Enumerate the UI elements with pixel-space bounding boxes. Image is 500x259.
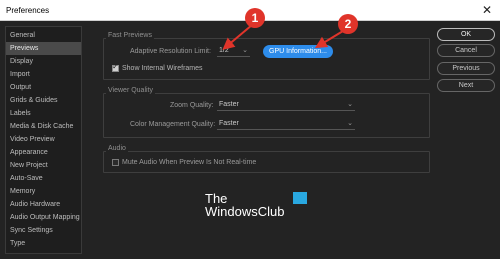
color-management-quality-value: Faster [219,120,239,127]
sidebar-item-output[interactable]: Output [6,81,81,94]
mute-audio-label: Mute Audio When Preview Is Not Real-time [122,159,257,166]
annotation-badge-2: 2 [338,14,358,34]
gpu-information-button[interactable]: GPU Information... [263,45,333,58]
sidebar-item-import[interactable]: Import [6,68,81,81]
sidebar-item-type[interactable]: Type [6,237,81,250]
previous-button[interactable]: Previous [437,62,495,75]
next-button[interactable]: Next [437,79,495,92]
mute-audio-checkbox[interactable] [112,159,119,166]
watermark-line-2: WindowsClub [205,204,285,219]
chevron-down-icon: ⌄ [242,47,248,54]
zoom-quality-label: Zoom Quality: [170,102,214,109]
sidebar-item-labels[interactable]: Labels [6,107,81,120]
sidebar-item-media-disk-cache[interactable]: Media & Disk Cache [6,120,81,133]
window-title: Preferences [6,6,50,15]
fast-previews-title: Fast Previews [106,32,154,39]
chevron-down-icon: ⌄ [347,101,353,108]
adaptive-resolution-dropdown[interactable]: 1/2 ⌄ [217,45,250,57]
adaptive-resolution-value: 1/2 [219,47,229,54]
close-icon[interactable]: ✕ [482,2,492,18]
adaptive-resolution-label: Adaptive Resolution Limit: [130,48,211,55]
cancel-button[interactable]: Cancel [437,44,495,57]
preferences-sidebar: General Previews Display Import Output G… [5,26,82,254]
sidebar-item-memory[interactable]: Memory [6,185,81,198]
sidebar-item-appearance[interactable]: Appearance [6,146,81,159]
sidebar-item-new-project[interactable]: New Project [6,159,81,172]
fast-previews-section [103,38,430,80]
audio-title: Audio [106,145,128,152]
show-wireframes-label: Show Internal Wireframes [122,65,203,72]
zoom-quality-value: Faster [219,101,239,108]
sidebar-item-general[interactable]: General [6,29,81,42]
color-management-quality-label: Color Management Quality: [130,121,216,128]
ok-button[interactable]: OK [437,28,495,41]
sidebar-item-auto-save[interactable]: Auto-Save [6,172,81,185]
sidebar-item-previews[interactable]: Previews [6,42,81,55]
viewer-quality-title: Viewer Quality [106,87,156,94]
chevron-down-icon: ⌄ [347,120,353,127]
sidebar-item-audio-hardware[interactable]: Audio Hardware [6,198,81,211]
sidebar-item-video-preview[interactable]: Video Preview [6,133,81,146]
annotation-badge-1: 1 [245,8,265,28]
sidebar-item-audio-output-mapping[interactable]: Audio Output Mapping [6,211,81,224]
sidebar-item-display[interactable]: Display [6,55,81,68]
show-wireframes-checkbox[interactable] [112,62,119,72]
windows-logo-icon [293,192,307,204]
watermark: The WindowsClub [205,192,307,219]
sidebar-item-grids-guides[interactable]: Grids & Guides [6,94,81,107]
sidebar-item-sync-settings[interactable]: Sync Settings [6,224,81,237]
zoom-quality-dropdown[interactable]: Faster ⌄ [217,99,355,111]
color-management-quality-dropdown[interactable]: Faster ⌄ [217,118,355,130]
